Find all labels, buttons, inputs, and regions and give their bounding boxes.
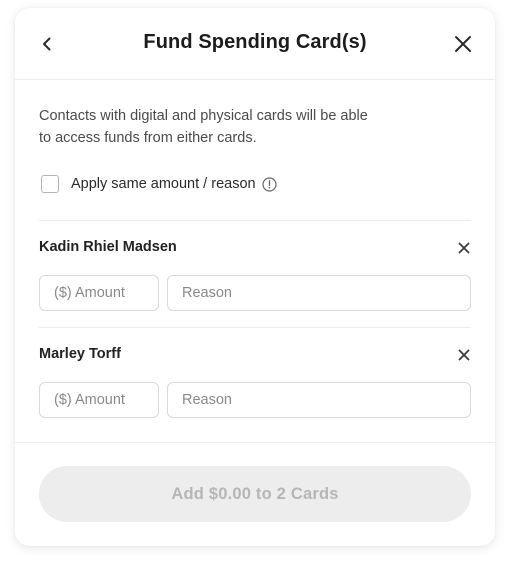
amount-input[interactable] bbox=[39, 275, 159, 311]
remove-recipient-button[interactable] bbox=[456, 347, 472, 363]
section-divider bbox=[39, 220, 471, 221]
close-icon bbox=[458, 349, 470, 361]
recipient-divider bbox=[39, 327, 471, 328]
chevron-left-icon bbox=[43, 37, 51, 51]
reason-input[interactable] bbox=[167, 275, 471, 311]
add-funds-button[interactable]: Add $0.00 to 2 Cards bbox=[39, 466, 471, 522]
recipient-name: Kadin Rhiel Madsen bbox=[39, 239, 177, 255]
close-icon bbox=[458, 242, 470, 254]
remove-recipient-button[interactable] bbox=[456, 240, 472, 256]
footer-divider bbox=[15, 442, 495, 443]
description-text: Contacts with digital and physical cards… bbox=[39, 108, 368, 146]
apply-same-checkbox[interactable] bbox=[41, 175, 59, 193]
info-icon[interactable] bbox=[261, 176, 277, 192]
amount-input[interactable] bbox=[39, 382, 159, 418]
modal-header: Fund Spending Card(s) bbox=[15, 8, 495, 80]
close-button[interactable] bbox=[451, 32, 475, 56]
apply-same-row: Apply same amount / reason bbox=[41, 174, 277, 194]
apply-same-label[interactable]: Apply same amount / reason bbox=[71, 176, 256, 192]
close-icon bbox=[455, 36, 471, 52]
recipient-name: Marley Torff bbox=[39, 346, 121, 362]
modal-title: Fund Spending Card(s) bbox=[143, 31, 367, 53]
fund-spending-card-modal: Fund Spending Card(s) Contacts with digi… bbox=[15, 8, 495, 546]
reason-input[interactable] bbox=[167, 382, 471, 418]
back-button[interactable] bbox=[35, 32, 59, 56]
